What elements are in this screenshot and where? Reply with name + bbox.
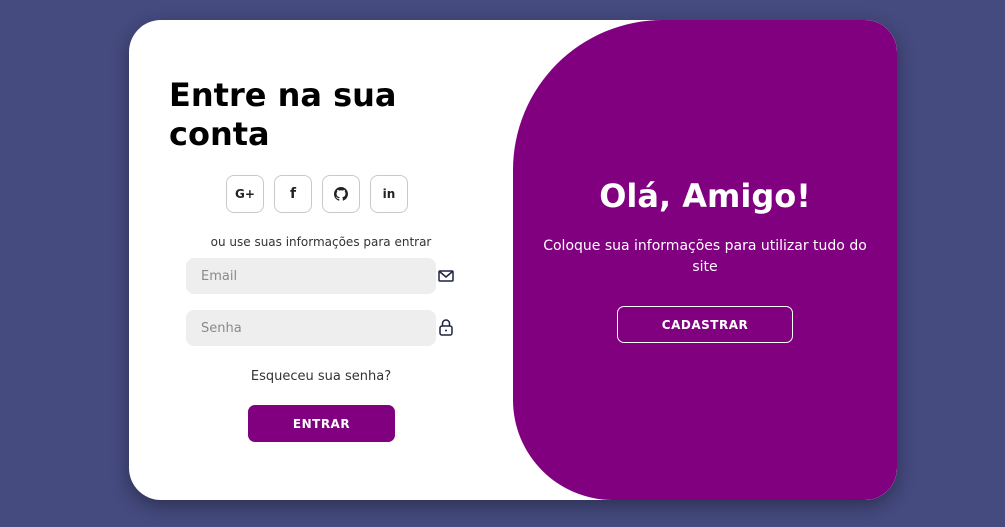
google-plus-button[interactable]: G+ xyxy=(226,175,264,213)
github-button[interactable] xyxy=(322,175,360,213)
panel-title: Olá, Amigo! xyxy=(599,177,811,215)
forgot-password-link[interactable]: Esqueceu sua senha? xyxy=(169,369,473,384)
login-button[interactable]: ENTRAR xyxy=(248,405,395,442)
login-card: Entre na sua conta G+ f in ou use suas i… xyxy=(129,20,897,500)
lock-icon xyxy=(439,319,453,336)
facebook-button[interactable]: f xyxy=(274,175,312,213)
password-field[interactable] xyxy=(186,310,436,346)
social-buttons: G+ f in xyxy=(226,175,408,213)
alt-login-text: ou use suas informações para entrar xyxy=(210,235,432,249)
envelope-icon xyxy=(438,270,454,282)
panel-text: Coloque sua informações para utilizar tu… xyxy=(543,238,867,275)
register-button[interactable]: CADASTRAR xyxy=(617,306,793,343)
linkedin-button[interactable]: in xyxy=(370,175,408,213)
email-field[interactable] xyxy=(186,258,436,294)
login-title: Entre na sua conta xyxy=(169,76,397,153)
linkedin-icon: in xyxy=(382,187,396,201)
github-icon xyxy=(334,187,348,201)
google-plus-icon: G+ xyxy=(235,187,255,201)
welcome-panel: Olá, Amigo! Coloque sua informações para… xyxy=(513,20,897,500)
facebook-icon: f xyxy=(289,186,297,202)
